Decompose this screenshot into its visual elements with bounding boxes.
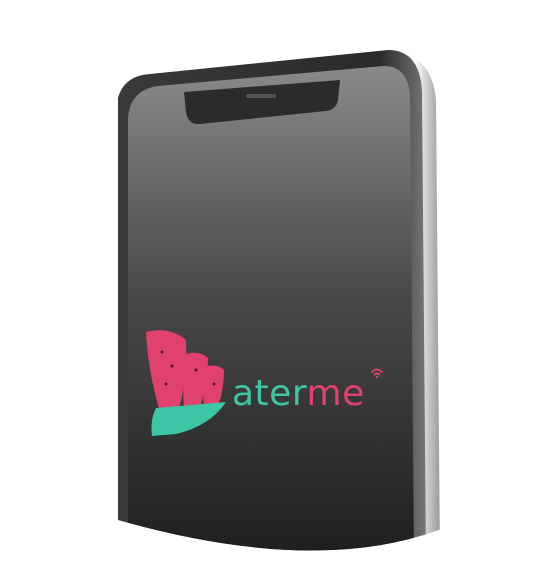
phone-mockup: aterme [0, 0, 536, 564]
speaker-grille [246, 94, 276, 98]
phone-illustration [116, 50, 440, 551]
wifi-icon [371, 368, 383, 379]
wordmark-part-pink: me [306, 373, 365, 414]
phone-screen [128, 66, 414, 551]
brand-wordmark: aterme [232, 376, 365, 412]
wordmark-part-teal: ater [232, 373, 307, 414]
